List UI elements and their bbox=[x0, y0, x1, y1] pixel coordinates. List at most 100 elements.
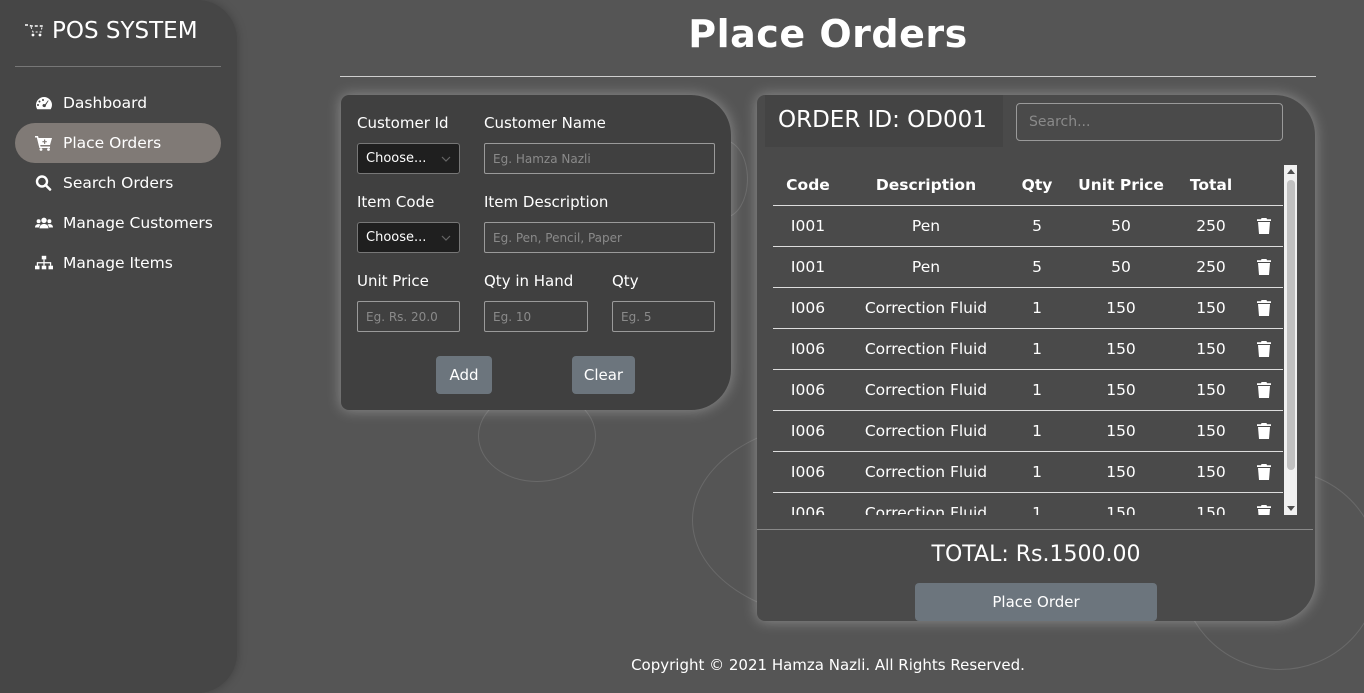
order-table: Code Description Qty Unit Price Total I0… bbox=[773, 165, 1283, 515]
scroll-down-arrow[interactable] bbox=[1287, 506, 1295, 511]
search-input[interactable]: Search... bbox=[1016, 103, 1283, 141]
table-row[interactable]: I001 Pen 5 50 250 bbox=[773, 205, 1283, 247]
cell-total: 150 bbox=[1177, 287, 1245, 329]
unit-price-label: Unit Price bbox=[357, 272, 429, 290]
sidebar-item-search-orders[interactable]: Search Orders bbox=[15, 163, 221, 203]
add-button[interactable]: Add bbox=[436, 356, 492, 394]
sitemap-icon bbox=[35, 255, 53, 270]
trash-icon bbox=[1257, 423, 1271, 439]
delete-button[interactable] bbox=[1245, 451, 1283, 493]
customer-id-select[interactable]: Choose... bbox=[357, 143, 460, 174]
column-header-total: Total bbox=[1177, 165, 1245, 206]
table-row[interactable]: I006 Correction Fluid 1 150 150 bbox=[773, 492, 1283, 515]
trash-icon bbox=[1257, 218, 1271, 234]
cell-total: 150 bbox=[1177, 492, 1245, 515]
cell-description: Correction Fluid bbox=[843, 492, 1009, 515]
scroll-up-arrow[interactable] bbox=[1287, 169, 1295, 174]
sidebar-item-label: Dashboard bbox=[63, 94, 148, 112]
trash-icon bbox=[1257, 505, 1271, 515]
table-row[interactable]: I006 Correction Fluid 1 150 150 bbox=[773, 410, 1283, 452]
trash-icon bbox=[1257, 259, 1271, 275]
cell-code: I006 bbox=[773, 328, 843, 370]
scrollbar-thumb[interactable] bbox=[1287, 180, 1295, 470]
table-row[interactable]: I006 Correction Fluid 1 150 150 bbox=[773, 328, 1283, 370]
clear-button[interactable]: Clear bbox=[572, 356, 635, 394]
table-row[interactable]: I006 Correction Fluid 1 150 150 bbox=[773, 369, 1283, 411]
item-description-label: Item Description bbox=[484, 193, 609, 211]
trash-icon bbox=[1257, 382, 1271, 398]
divider bbox=[757, 529, 1313, 530]
cell-qty: 1 bbox=[1009, 451, 1065, 493]
cell-qty: 1 bbox=[1009, 410, 1065, 452]
delete-button[interactable] bbox=[1245, 328, 1283, 370]
sidebar-item-dashboard[interactable]: Dashboard bbox=[15, 83, 221, 123]
cell-qty: 1 bbox=[1009, 492, 1065, 515]
delete-button[interactable] bbox=[1245, 287, 1283, 329]
users-icon bbox=[35, 217, 53, 229]
trash-icon bbox=[1257, 300, 1271, 316]
cell-code: I006 bbox=[773, 451, 843, 493]
qty-in-hand-field[interactable]: Eg. 10 bbox=[484, 301, 588, 332]
delete-button[interactable] bbox=[1245, 492, 1283, 515]
order-total: TOTAL: Rs.1500.00 bbox=[931, 542, 1141, 567]
qty-field[interactable]: Eg. 5 bbox=[612, 301, 715, 332]
delete-button[interactable] bbox=[1245, 205, 1283, 247]
cell-code: I001 bbox=[773, 205, 843, 247]
customer-id-select-value: Choose... bbox=[366, 151, 427, 166]
sidebar-item-label: Manage Customers bbox=[63, 214, 213, 232]
sidebar-item-manage-customers[interactable]: Manage Customers bbox=[15, 203, 221, 243]
cell-description: Correction Fluid bbox=[843, 369, 1009, 411]
cell-code: I001 bbox=[773, 246, 843, 288]
cell-qty: 1 bbox=[1009, 369, 1065, 411]
sidebar-item-place-orders[interactable]: Place Orders bbox=[15, 123, 221, 163]
table-row[interactable]: I006 Correction Fluid 1 150 150 bbox=[773, 451, 1283, 493]
chevron-down-icon bbox=[441, 235, 451, 241]
table-row[interactable]: I006 Correction Fluid 1 150 150 bbox=[773, 287, 1283, 329]
customer-name-field[interactable]: Eg. Hamza Nazli bbox=[484, 143, 715, 174]
table-row[interactable]: I001 Pen 5 50 250 bbox=[773, 246, 1283, 288]
item-code-label: Item Code bbox=[357, 193, 435, 211]
cart-icon bbox=[25, 24, 43, 37]
cell-description: Correction Fluid bbox=[843, 410, 1009, 452]
divider bbox=[340, 76, 1316, 77]
column-header-actions bbox=[1245, 165, 1283, 206]
qty-label: Qty bbox=[612, 272, 639, 290]
cell-code: I006 bbox=[773, 369, 843, 411]
cell-description: Pen bbox=[843, 205, 1009, 247]
cell-unit-price: 150 bbox=[1065, 451, 1177, 493]
sidebar: POS SYSTEM Dashboard Place Orders Search… bbox=[0, 0, 237, 693]
sidebar-item-label: Search Orders bbox=[63, 174, 174, 192]
page-title: Place Orders bbox=[688, 12, 968, 56]
item-code-select[interactable]: Choose... bbox=[357, 222, 460, 253]
column-header-description: Description bbox=[843, 165, 1009, 206]
cell-qty: 1 bbox=[1009, 287, 1065, 329]
cell-unit-price: 150 bbox=[1065, 410, 1177, 452]
cart-icon bbox=[35, 136, 52, 151]
item-code-select-value: Choose... bbox=[366, 230, 427, 245]
delete-button[interactable] bbox=[1245, 369, 1283, 411]
cell-qty: 5 bbox=[1009, 246, 1065, 288]
place-order-button[interactable]: Place Order bbox=[915, 583, 1157, 621]
delete-button[interactable] bbox=[1245, 410, 1283, 452]
sidebar-item-label: Place Orders bbox=[63, 134, 162, 152]
table-scrollbar[interactable] bbox=[1284, 165, 1297, 515]
sidebar-nav: Dashboard Place Orders Search Orders Man… bbox=[15, 83, 221, 283]
chevron-down-icon bbox=[441, 156, 451, 162]
brand-name: POS SYSTEM bbox=[52, 18, 198, 44]
cell-total: 150 bbox=[1177, 328, 1245, 370]
sidebar-item-manage-items[interactable]: Manage Items bbox=[15, 243, 221, 283]
order-card: ORDER ID: OD001 Search... Code Descripti… bbox=[757, 95, 1315, 621]
item-description-field[interactable]: Eg. Pen, Pencil, Paper bbox=[484, 222, 715, 253]
cell-code: I006 bbox=[773, 410, 843, 452]
cell-qty: 1 bbox=[1009, 328, 1065, 370]
unit-price-field[interactable]: Eg. Rs. 20.0 bbox=[357, 301, 460, 332]
brand[interactable]: POS SYSTEM bbox=[24, 18, 198, 44]
footer-copyright: Copyright © 2021 Hamza Nazli. All Rights… bbox=[631, 656, 1025, 674]
trash-icon bbox=[1257, 341, 1271, 357]
delete-button[interactable] bbox=[1245, 246, 1283, 288]
customer-name-label: Customer Name bbox=[484, 114, 606, 132]
cell-description: Correction Fluid bbox=[843, 328, 1009, 370]
search-icon bbox=[35, 175, 52, 191]
dashboard-icon bbox=[36, 97, 52, 110]
cell-code: I006 bbox=[773, 492, 843, 515]
